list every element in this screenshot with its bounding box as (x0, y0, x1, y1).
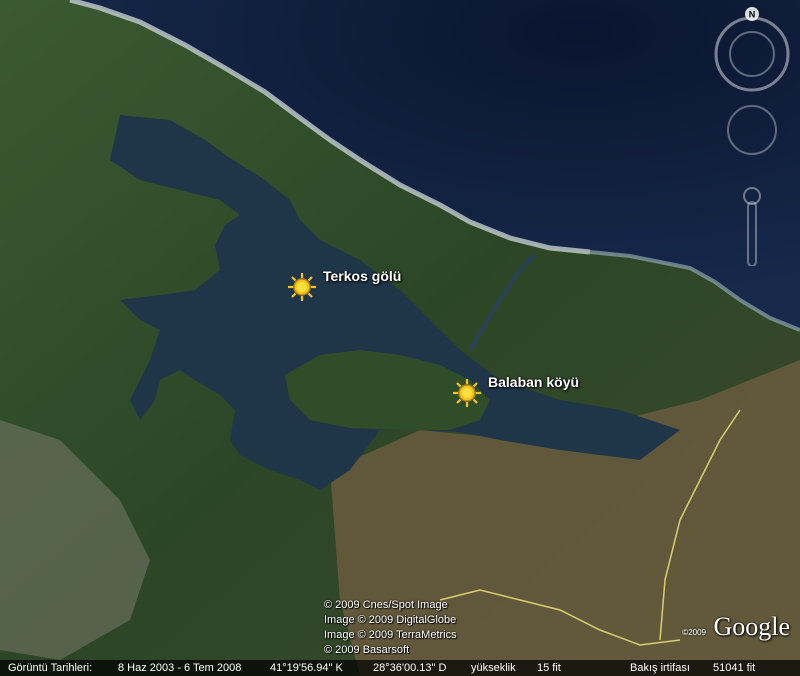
credit-line: Image © 2009 TerraMetrics (324, 629, 457, 641)
longitude: 28°36'00.13" D (373, 662, 447, 674)
google-logo: Google (713, 612, 790, 641)
eye-altitude-label: Bakış irtifası (630, 662, 690, 674)
latitude: 41°19'56.94" K (270, 662, 343, 674)
navigation-controls[interactable]: N (712, 6, 792, 266)
imagery-credits: © 2009 Cnes/Spot Image Image © 2009 Digi… (324, 598, 457, 658)
credit-line: © 2009 Basarsoft (324, 644, 410, 656)
sun-placemark-icon[interactable] (452, 378, 482, 408)
north-label: N (749, 10, 756, 20)
elevation-label: yükseklik (471, 662, 516, 674)
satellite-map[interactable] (0, 0, 800, 676)
credit-line: Image © 2009 DigitalGlobe (324, 614, 457, 626)
zoom-slider-track[interactable] (747, 201, 757, 266)
compass-inner[interactable] (729, 31, 775, 77)
compass-ring[interactable] (714, 16, 790, 92)
place-balaban[interactable]: Balaban köyü (452, 374, 579, 408)
elevation-value: 15 fit (537, 662, 561, 674)
imagery-date-label: Görüntü Tarihleri: (8, 662, 93, 674)
eye-altitude-value: 51041 fit (713, 662, 756, 674)
imagery-date-value: 8 Haz 2003 - 6 Tem 2008 (118, 662, 242, 674)
sun-placemark-icon[interactable] (287, 272, 317, 302)
place-terkos[interactable]: Terkos gölü (287, 268, 401, 302)
status-bar: Görüntü Tarihleri: 8 Haz 2003 - 6 Tem 20… (0, 660, 800, 676)
look-joystick[interactable] (727, 105, 777, 155)
place-label: Terkos gölü (323, 268, 402, 284)
logo-copyright: ©2009 (682, 628, 706, 637)
place-label: Balaban köyü (488, 374, 580, 390)
credit-line: © 2009 Cnes/Spot Image (324, 599, 448, 611)
